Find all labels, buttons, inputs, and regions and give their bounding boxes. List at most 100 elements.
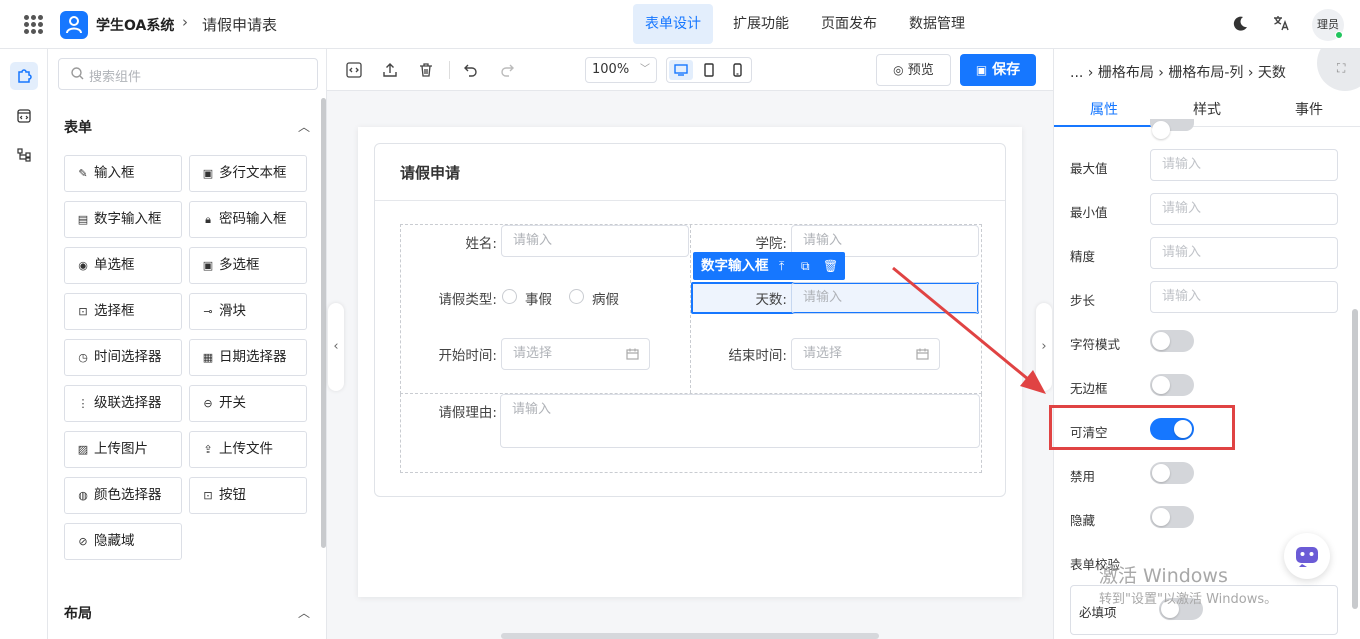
component-icon: ▣: [202, 259, 214, 272]
collapse-right-panel-button[interactable]: ›: [1036, 303, 1052, 391]
char-mode-switch[interactable]: [1150, 330, 1194, 352]
chevron-up-icon[interactable]: ︿: [298, 604, 310, 621]
no-border-switch[interactable]: [1150, 374, 1194, 396]
toolbar-divider: [449, 61, 450, 79]
component-button[interactable]: ✎ 输入框: [64, 155, 182, 192]
search-placeholder: 搜索组件: [89, 70, 142, 85]
component-label: 密码输入框: [219, 211, 287, 227]
trash-icon[interactable]: [417, 61, 435, 79]
disabled-label: 禁用: [1070, 469, 1096, 484]
desktop-view-button[interactable]: [669, 60, 693, 80]
name-input[interactable]: 请输入: [501, 225, 689, 257]
copy-icon[interactable]: ⧉: [801, 252, 810, 280]
component-button[interactable]: 🔒︎ 密码输入框: [189, 201, 307, 238]
component-icon: ⇪: [203, 443, 213, 456]
days-label: 天数:: [755, 292, 787, 308]
component-button[interactable]: ◉ 单选框: [64, 247, 182, 284]
component-button[interactable]: ▣ 多行文本框: [189, 155, 307, 192]
end-time-picker[interactable]: 请选择: [791, 338, 940, 370]
component-label: 输入框: [94, 165, 135, 181]
min-value-input[interactable]: 请输入: [1150, 193, 1338, 225]
nav-form-design[interactable]: 表单设计: [633, 4, 713, 44]
code-icon[interactable]: [345, 61, 363, 79]
start-time-picker[interactable]: 请选择: [501, 338, 650, 370]
reason-textarea[interactable]: 请输入: [500, 394, 980, 448]
leave-type-option-sick: 病假: [592, 292, 619, 308]
component-button[interactable]: ▨ 上传图片: [64, 431, 182, 468]
precision-label: 精度: [1070, 249, 1096, 264]
nav-data-management[interactable]: 数据管理: [897, 4, 977, 44]
zoom-select[interactable]: 100% ﹀: [585, 57, 657, 83]
component-button[interactable]: ⊸ 滑块: [189, 293, 307, 330]
components-scrollbar[interactable]: [321, 98, 326, 548]
top-bar: 学生OA系统 › 请假申请表 表单设计 扩展功能 页面发布 数据管理 理员: [0, 0, 1360, 49]
component-button[interactable]: ⇪ 上传文件: [189, 431, 307, 468]
reason-label: 请假理由:: [438, 405, 497, 421]
leave-type-radio-personal[interactable]: [502, 289, 517, 304]
properties-scrollbar[interactable]: [1352, 309, 1358, 609]
precision-input[interactable]: 请输入: [1150, 237, 1338, 269]
max-value-input[interactable]: 请输入: [1150, 149, 1338, 181]
component-button[interactable]: ▤ 数字输入框: [64, 201, 182, 238]
nav-publish[interactable]: 页面发布: [809, 4, 889, 44]
component-label: 数字输入框: [94, 211, 162, 227]
component-button[interactable]: ⊡ 按钮: [189, 477, 307, 514]
step-input[interactable]: 请输入: [1150, 281, 1338, 313]
delete-icon[interactable]: 🗑︎: [823, 252, 838, 280]
days-input[interactable]: 请输入: [791, 282, 979, 314]
tab-events[interactable]: 事件: [1259, 99, 1359, 119]
hidden-switch[interactable]: [1150, 506, 1194, 528]
component-icon: ⊘: [78, 535, 88, 548]
form-title-divider: [375, 200, 1005, 201]
component-button[interactable]: ▣ 多选框: [189, 247, 307, 284]
component-button[interactable]: ⋮ 级联选择器: [64, 385, 182, 422]
college-label: 学院:: [755, 236, 787, 252]
online-status-dot: [1335, 31, 1343, 39]
partial-switch[interactable]: [1150, 119, 1194, 139]
component-icon: ▨: [77, 443, 89, 456]
tab-styles[interactable]: 样式: [1157, 99, 1257, 119]
undo-icon[interactable]: [462, 61, 480, 79]
tab-properties[interactable]: 属性: [1054, 99, 1154, 119]
leave-type-radio-sick[interactable]: [569, 289, 584, 304]
fullscreen-button[interactable]: ⛶: [1317, 49, 1360, 91]
apps-grid-icon[interactable]: [24, 15, 43, 34]
dark-mode-icon[interactable]: [1232, 16, 1248, 32]
form-sheet: 请假申请 姓名: 请输入 学院: 请输入 请假类型: 事假 病假 天数: 请输入…: [358, 127, 1022, 597]
upload-icon[interactable]: [381, 61, 399, 79]
expand-icon: ⛶: [1337, 61, 1346, 75]
component-search-input[interactable]: 搜索组件: [58, 58, 318, 90]
component-button[interactable]: ⊡ 选择框: [64, 293, 182, 330]
redo-icon[interactable]: [498, 61, 516, 79]
component-icon: ◍: [78, 489, 88, 502]
component-button[interactable]: ◍ 颜色选择器: [64, 477, 182, 514]
activate-windows-subtitle: 转到"设置"以激活 Windows。: [1099, 592, 1278, 607]
nav-extensions[interactable]: 扩展功能: [721, 4, 801, 44]
preview-button[interactable]: ◎ 预览: [876, 54, 951, 86]
canvas-horizontal-scrollbar[interactable]: [501, 633, 879, 639]
chevron-up-icon[interactable]: ︿: [298, 118, 310, 135]
disabled-switch[interactable]: [1150, 462, 1194, 484]
component-button[interactable]: ◷ 时间选择器: [64, 339, 182, 376]
preview-label: 预览: [907, 63, 934, 78]
template-tab[interactable]: [10, 102, 38, 130]
calendar-icon: [626, 348, 639, 360]
component-button[interactable]: ⊖ 开关: [189, 385, 307, 422]
mobile-view-button[interactable]: [725, 60, 749, 80]
component-button[interactable]: ⊘ 隐藏域: [64, 523, 182, 560]
tablet-view-button[interactable]: [697, 60, 721, 80]
group-title-layout: 布局: [64, 606, 92, 622]
assistant-bot-button[interactable]: [1284, 533, 1330, 579]
char-mode-label: 字符模式: [1070, 337, 1121, 352]
move-up-icon[interactable]: ⤒: [779, 252, 784, 280]
component-icon: ▦: [202, 351, 214, 364]
form-card: 请假申请 姓名: 请输入 学院: 请输入 请假类型: 事假 病假 天数: 请输入…: [374, 143, 1006, 497]
component-button[interactable]: ▦ 日期选择器: [189, 339, 307, 376]
save-button[interactable]: ▣ 保存: [960, 54, 1036, 86]
component-label: 颜色选择器: [94, 487, 162, 503]
collapse-left-panel-button[interactable]: ‹: [328, 303, 344, 391]
structure-tab[interactable]: [10, 141, 38, 169]
translate-icon[interactable]: [1272, 14, 1290, 32]
component-icon: ▤: [77, 213, 89, 226]
components-tab[interactable]: [10, 62, 38, 90]
